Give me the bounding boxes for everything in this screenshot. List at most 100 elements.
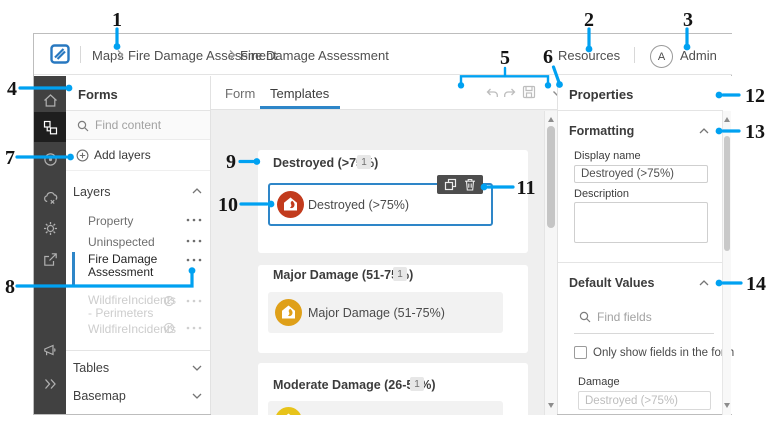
layer-item-fire-damage-assessment[interactable]: Fire Damage Assessment [88,253,184,279]
layer-options-icon[interactable] [186,239,202,243]
divider [558,262,723,263]
template-card-major-damage[interactable]: Major Damage (51-75%) [268,292,503,333]
layer-item-wildfire-perimeters: WildfireIncidents - Perimeters [88,294,174,320]
delete-trash-icon[interactable] [464,178,476,191]
chevron-up-icon[interactable] [699,280,709,286]
layer-selected-bar [72,252,75,287]
moderate-damage-symbol-icon [275,407,302,415]
expand-sidebar-icon[interactable] [44,378,57,390]
forms-panel: Forms Add layers Layers Property Uninspe… [66,76,211,414]
layer-options-icon[interactable] [186,218,202,222]
scroll-down-arrow[interactable] [724,403,730,408]
add-layers-label: Add layers [94,145,151,165]
undo-icon[interactable] [486,87,499,99]
scroll-up-arrow[interactable] [724,117,730,122]
properties-scrollbar[interactable] [722,111,731,415]
formatting-section-header: Formatting [569,120,634,142]
templates-scroll-area: Destroyed (>75%) 1 Destroyed (>75%) [211,110,544,415]
template-count-badge: 1 [357,155,371,169]
layer-item-property[interactable]: Property [88,210,133,232]
callout-12: 12 [745,85,765,107]
search-underline [574,333,714,334]
scrollbar-thumb[interactable] [724,136,730,251]
callout-4: 4 [7,78,17,100]
home-icon[interactable] [43,93,58,108]
tables-section-header[interactable]: Tables [73,357,109,379]
scroll-up-arrow[interactable] [548,117,554,122]
template-card-moderate-damage[interactable]: Moderate Damage (26-50%) [268,401,503,415]
find-fields-input[interactable] [597,308,703,326]
layer-options-icon[interactable] [186,258,202,262]
nav-sidebar [34,76,66,414]
display-name-label: Display name [574,148,641,164]
default-values-section-header: Default Values [569,272,654,294]
chevron-down-icon[interactable] [192,393,202,399]
feedback-megaphone-icon[interactable] [43,343,58,358]
damage-default-input[interactable] [578,391,711,410]
screenshot-stage: Maps Fire Damage Assessment Fire Damage … [0,0,772,423]
app-logo[interactable] [50,44,70,64]
chevron-up-icon[interactable] [699,128,709,134]
properties-panel-title: Properties [569,82,633,106]
nav-active-tile[interactable] [34,112,66,142]
offline-areas-icon[interactable] [43,191,58,206]
layer-item-uninspected[interactable]: Uninspected [88,231,155,253]
template-label: Moderate Damage (26-50%) [308,401,466,415]
save-icon[interactable] [522,85,536,99]
description-textarea[interactable] [574,202,708,243]
template-group-major-damage: Major Damage (51-75%) 1 Major Damage (51… [258,265,528,353]
display-name-input[interactable] [574,165,708,183]
app-header: Maps Fire Damage Assessment Fire Damage … [34,34,732,75]
layer-options-icon [186,299,202,303]
callout-13: 13 [745,121,765,143]
tab-bar: Form Templates [211,76,557,110]
only-show-fields-label: Only show fields in the form [593,344,734,361]
find-content-row[interactable] [66,111,210,140]
header-divider-right [634,47,635,63]
only-show-fields-checkbox[interactable] [574,346,587,359]
layers-section-header[interactable]: Layers [73,180,111,204]
resources-link[interactable]: Resources [558,45,620,65]
find-content-input[interactable] [95,115,203,135]
forms-icon [43,120,58,135]
basemap-section-header[interactable]: Basemap [73,385,126,407]
chevron-down-icon[interactable] [192,365,202,371]
template-count-badge: 1 [393,267,407,281]
scrollbar-thumb[interactable] [547,126,555,228]
template-hover-toolbar [437,175,483,194]
chevron-up-icon[interactable] [192,188,202,194]
template-label: Major Damage (51-75%) [308,292,445,333]
add-layers-row[interactable]: Add layers [66,140,210,171]
not-allowed-icon [163,322,175,334]
geofences-icon[interactable] [43,152,58,167]
tab-form[interactable]: Form [225,82,255,104]
divider [66,350,210,351]
breadcrumb-chevron-icon [228,49,236,61]
search-icon [579,311,591,323]
settings-gear-icon[interactable] [43,221,58,236]
avatar[interactable]: A [650,45,673,68]
sharing-icon[interactable] [43,252,58,267]
template-group-moderate-damage: Moderate Damage (26-50%) 1 Moderate Dama… [258,363,528,415]
callout-7: 7 [5,147,15,169]
breadcrumb-chevron-icon [116,49,124,61]
admin-menu[interactable]: Admin [680,45,717,65]
scroll-down-arrow[interactable] [548,403,554,408]
duplicate-icon[interactable] [444,178,457,191]
major-damage-symbol-icon [275,299,302,326]
layer-options-icon [186,326,202,330]
template-count-badge: 1 [410,377,424,391]
redo-icon[interactable] [503,87,516,99]
active-tab-underline [260,106,340,109]
properties-panel: Properties Formatting Display name Descr… [557,76,732,414]
damage-field-label: Damage [578,374,620,390]
not-allowed-icon [163,295,175,307]
destroyed-symbol-icon [277,191,304,218]
callout-8: 8 [5,276,15,298]
templates-scrollbar[interactable] [544,111,557,415]
description-label: Description [574,186,629,202]
tab-templates[interactable]: Templates [270,82,329,104]
callout-3: 3 [683,9,693,31]
forms-panel-title: Forms [78,82,118,106]
search-icon [77,120,89,132]
